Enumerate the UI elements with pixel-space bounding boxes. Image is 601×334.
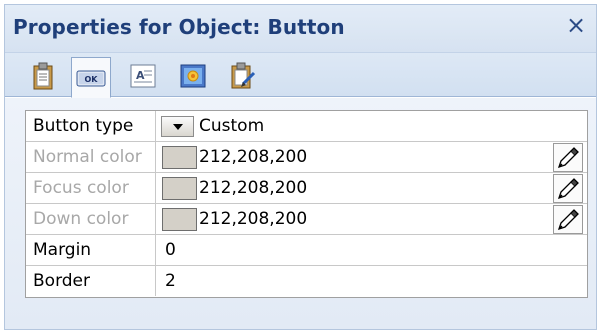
normal-color-value[interactable]: 212,208,200 <box>199 142 307 172</box>
property-value: 2 <box>157 266 587 296</box>
eyedropper-button[interactable] <box>553 174 583 203</box>
panel-title: Properties for Object: Button <box>13 15 345 39</box>
title-bar: Properties for Object: Button × <box>5 5 596 53</box>
tab-general[interactable] <box>23 57 63 95</box>
eyedropper-button[interactable] <box>553 143 583 172</box>
property-row-normal-color: Normal color 212,208,200 <box>26 142 587 173</box>
properties-panel: Properties for Object: Button × OK A But… <box>4 4 597 330</box>
svg-text:A: A <box>136 69 145 82</box>
chevron-down-icon <box>172 123 183 130</box>
tab-image[interactable] <box>173 57 213 95</box>
property-label: Focus color <box>26 173 156 203</box>
tab-text[interactable]: A <box>123 57 163 95</box>
property-value: Custom <box>157 111 587 141</box>
clipboard-edit-icon <box>231 62 256 89</box>
border-value[interactable]: 2 <box>165 266 176 296</box>
svg-text:OK: OK <box>85 75 99 84</box>
property-row-down-color: Down color 212,208,200 <box>26 204 587 235</box>
close-icon[interactable]: × <box>562 11 590 39</box>
eyedropper-icon <box>557 177 579 199</box>
properties-area: Button type Custom Normal color 212,208,… <box>5 98 596 329</box>
image-icon <box>180 64 206 88</box>
tab-button[interactable]: OK <box>71 57 111 98</box>
margin-value[interactable]: 0 <box>165 235 176 265</box>
eyedropper-icon <box>557 208 579 230</box>
clipboard-icon <box>33 62 53 90</box>
color-swatch[interactable] <box>162 146 197 169</box>
color-swatch[interactable] <box>162 208 197 231</box>
button-type-value[interactable]: Custom <box>199 111 264 141</box>
property-label: Normal color <box>26 142 156 172</box>
tab-events[interactable] <box>223 57 263 95</box>
eyedropper-icon <box>557 146 579 168</box>
button-ok-icon: OK <box>76 70 106 86</box>
property-label: Border <box>26 266 156 296</box>
properties-grid: Button type Custom Normal color 212,208,… <box>25 110 588 298</box>
tab-strip: OK A <box>5 53 596 98</box>
property-value: 212,208,200 <box>157 173 587 203</box>
property-value: 212,208,200 <box>157 142 587 172</box>
property-label: Down color <box>26 204 156 234</box>
text-field-icon: A <box>130 64 156 88</box>
property-label: Button type <box>26 111 156 141</box>
focus-color-value[interactable]: 212,208,200 <box>199 173 307 203</box>
property-row-border: Border 2 <box>26 266 587 297</box>
property-row-focus-color: Focus color 212,208,200 <box>26 173 587 204</box>
property-label: Margin <box>26 235 156 265</box>
down-color-value[interactable]: 212,208,200 <box>199 204 307 234</box>
property-value: 0 <box>157 235 587 265</box>
color-swatch[interactable] <box>162 177 197 200</box>
eyedropper-button[interactable] <box>553 205 583 234</box>
property-row-button-type: Button type Custom <box>26 111 587 142</box>
property-value: 212,208,200 <box>157 204 587 234</box>
dropdown-button[interactable] <box>161 116 194 137</box>
property-row-margin: Margin 0 <box>26 235 587 266</box>
